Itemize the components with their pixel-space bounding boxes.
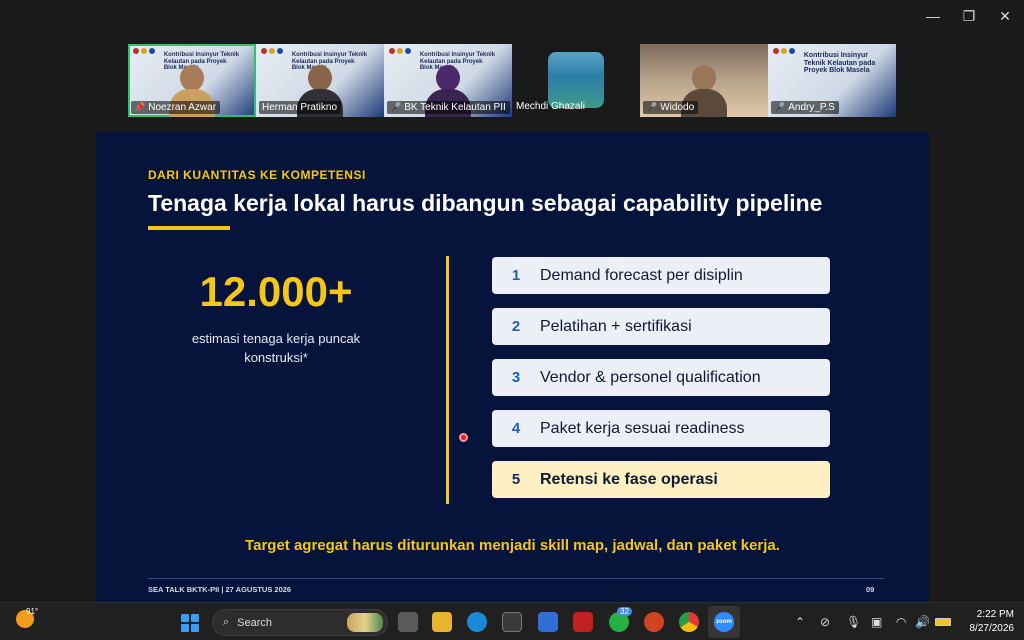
mcafee-icon[interactable] bbox=[573, 612, 593, 632]
search-placeholder: Search bbox=[237, 616, 273, 629]
slide-kicker: DARI KUANTITAS KE KOMPETENSI bbox=[148, 168, 366, 182]
chrome-icon[interactable] bbox=[679, 612, 699, 632]
notification-badge: 32 bbox=[617, 607, 632, 616]
taskbar: 91° ⌕ Search 32 zoom ⌃ ⊘ 🎙 ▣ ◠ 🔊 2:22 PM… bbox=[0, 602, 1024, 640]
store-icon[interactable] bbox=[502, 612, 522, 632]
step-number: 2 bbox=[511, 318, 521, 335]
big-number: 12.000+ bbox=[199, 268, 353, 315]
restore-button[interactable]: ❐ bbox=[954, 8, 984, 25]
participant-name: Mechdi Ghazali bbox=[516, 101, 585, 112]
mic-muted-icon: 🎤 bbox=[646, 102, 658, 112]
pin-icon: 📌 bbox=[134, 102, 146, 112]
step-text: Paket kerja sesuai readiness bbox=[540, 419, 745, 437]
shared-slide: DARI KUANTITAS KE KOMPETENSI Tenaga kerj… bbox=[96, 132, 929, 602]
step-card: 1 Demand forecast per disiplin bbox=[492, 257, 830, 294]
close-button[interactable]: ✕ bbox=[990, 8, 1020, 25]
minimize-button[interactable]: — bbox=[918, 8, 948, 24]
microphone-icon[interactable]: 🎙 bbox=[846, 615, 861, 629]
edge-icon[interactable] bbox=[467, 612, 487, 632]
file-explorer-icon[interactable] bbox=[432, 612, 452, 632]
step-card: 3 Vendor & personel qualification bbox=[492, 359, 830, 396]
step-text: Pelatihan + sertifikasi bbox=[540, 317, 692, 335]
camera-off-icon[interactable]: ⊘ bbox=[820, 615, 830, 629]
app-icon[interactable] bbox=[538, 612, 558, 632]
step-card: 2 Pelatihan + sertifikasi bbox=[492, 308, 830, 345]
participant-name: Widodo bbox=[660, 102, 695, 113]
heading-underline bbox=[148, 226, 230, 230]
participant-name-bar: 🎤 Widodo bbox=[643, 101, 699, 114]
footer-divider bbox=[148, 578, 884, 579]
logo-row bbox=[261, 48, 283, 54]
cast-icon[interactable]: ▣ bbox=[871, 615, 882, 629]
laser-pointer-icon bbox=[459, 433, 468, 442]
taskbar-search-input[interactable]: ⌕ Search bbox=[212, 609, 388, 636]
powerpoint-icon[interactable] bbox=[644, 612, 664, 632]
clock-time: 2:22 PM bbox=[976, 609, 1014, 620]
participant-tile-herman[interactable]: Kontribusi Insinyur Teknik Kelautan pada… bbox=[256, 44, 384, 117]
wifi-icon[interactable]: ◠ bbox=[896, 615, 906, 629]
weather-temp[interactable]: 91° bbox=[26, 607, 38, 616]
participant-name-bar: 🎤 BK Teknik Kelautan PII bbox=[387, 101, 510, 114]
participant-name: Andry_P.S bbox=[788, 102, 835, 113]
participant-name: BK Teknik Kelautan PII bbox=[404, 102, 506, 113]
clock-date: 8/27/2026 bbox=[969, 622, 1015, 634]
windows-start-icon[interactable] bbox=[181, 614, 199, 632]
participant-name: Herman Pratikno bbox=[262, 102, 338, 113]
slide-footer: SEA TALK BKTK-PII | 27 AGUSTUS 2026 bbox=[148, 585, 292, 594]
step-card-highlight: 5 Retensi ke fase operasi bbox=[492, 461, 830, 498]
participant-tile-andry[interactable]: Kontribusi Insinyur Teknik Kelautan pada… bbox=[768, 44, 896, 117]
participant-tile-noezran[interactable]: Kontribusi Insinyur Teknik Kelautan pada… bbox=[128, 44, 256, 117]
participant-tile-bk-teknik[interactable]: Kontribusi Insinyur Teknik Kelautan pada… bbox=[384, 44, 512, 117]
big-number-caption: estimasi tenaga kerja puncak konstruksi* bbox=[191, 331, 361, 365]
avatar bbox=[548, 52, 604, 108]
logo-row bbox=[133, 48, 155, 54]
step-text: Vendor & personel qualification bbox=[540, 368, 761, 386]
step-text: Demand forecast per disiplin bbox=[540, 266, 743, 284]
slide-page-number: 09 bbox=[866, 585, 875, 594]
participant-name-bar: 📌 Noezran Azwar bbox=[131, 101, 221, 114]
slide-heading: Tenaga kerja lokal harus dibangun sebaga… bbox=[148, 190, 823, 216]
volume-icon[interactable]: 🔊 bbox=[915, 615, 930, 629]
participant-name-bar: 🎤 Andry_P.S bbox=[771, 101, 839, 114]
slide-target-text: Target agregat harus diturunkan menjadi … bbox=[245, 537, 780, 554]
participant-name: Noezran Azwar bbox=[148, 102, 217, 113]
step-number: 5 bbox=[511, 471, 521, 488]
chevron-up-icon[interactable]: ⌃ bbox=[795, 615, 805, 629]
divider bbox=[446, 256, 449, 504]
step-card: 4 Paket kerja sesuai readiness bbox=[492, 410, 830, 447]
zoom-icon[interactable]: zoom bbox=[714, 612, 734, 632]
battery-icon[interactable] bbox=[935, 618, 951, 626]
step-text: Retensi ke fase operasi bbox=[540, 470, 718, 488]
participant-tile-widodo[interactable]: 🎤 Widodo bbox=[640, 44, 768, 117]
logo-row bbox=[773, 48, 795, 54]
task-view-icon[interactable] bbox=[398, 612, 418, 632]
mic-muted-icon: 🎤 bbox=[774, 102, 786, 112]
step-number: 3 bbox=[511, 369, 521, 386]
logo-row bbox=[389, 48, 411, 54]
search-icon: ⌕ bbox=[223, 616, 230, 628]
participant-name-bar: Herman Pratikno bbox=[259, 101, 342, 114]
mic-muted-icon: 🎤 bbox=[390, 102, 402, 112]
step-number: 1 bbox=[511, 267, 521, 284]
search-highlight-icon bbox=[347, 613, 383, 632]
taskbar-clock[interactable]: 2:22 PM 8/27/2026 bbox=[964, 608, 1015, 635]
step-number: 4 bbox=[511, 420, 521, 437]
mini-slide-title: Kontribusi Insinyur Teknik Kelautan pada… bbox=[803, 52, 876, 75]
